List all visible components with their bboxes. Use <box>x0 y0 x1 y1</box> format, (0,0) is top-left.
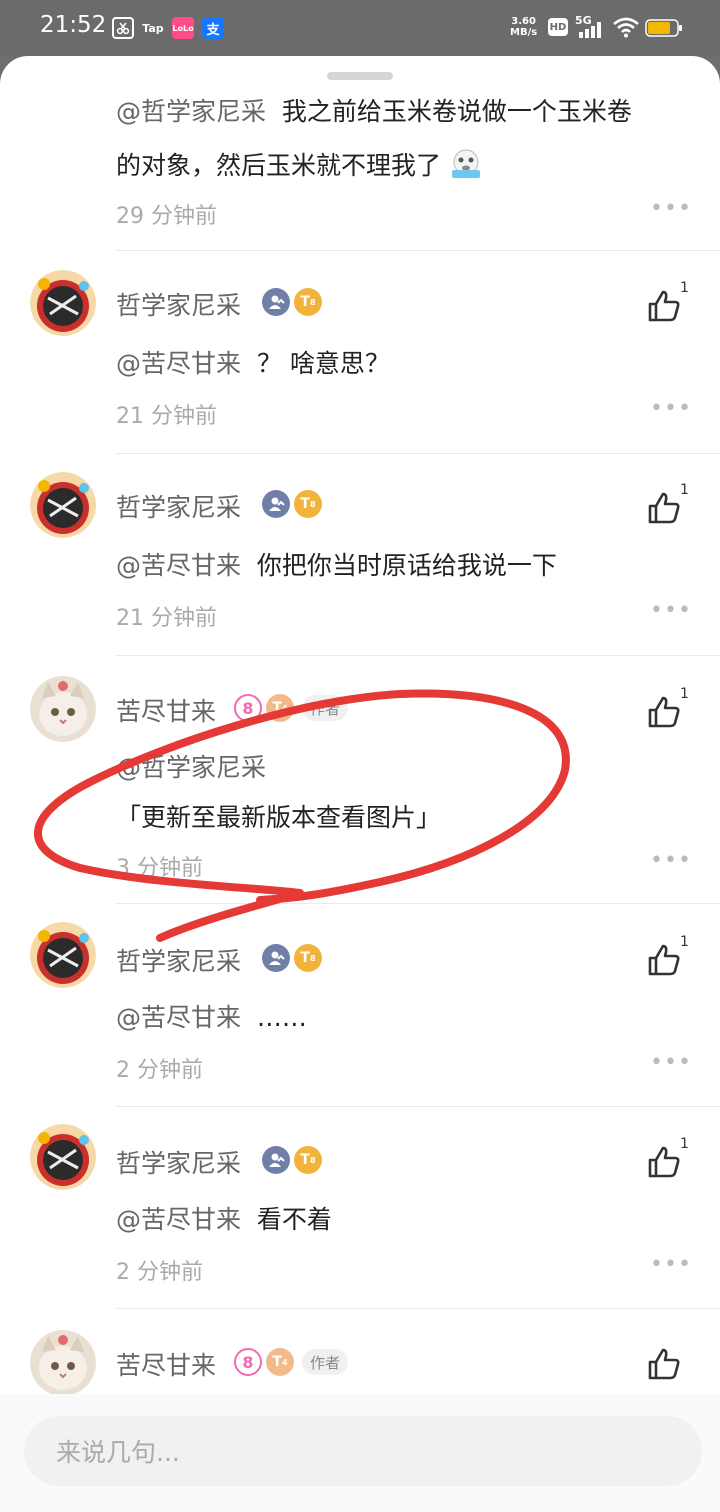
mention-link[interactable]: @哲学家尼采 <box>116 97 266 126</box>
crying-emoji-icon <box>449 148 483 186</box>
comment-author[interactable]: 哲学家尼采 <box>116 488 241 524</box>
mention-link[interactable]: @苦尽甘来 <box>116 349 241 378</box>
mention-link[interactable]: @苦尽甘来 <box>116 551 241 580</box>
wifi-icon <box>612 16 640 38</box>
battery-icon <box>645 19 683 37</box>
comment-text: @苦尽甘来 看不着 <box>116 1205 332 1234</box>
user-badges: 8 T4 作者 <box>234 694 349 722</box>
comment-time: 29 分钟前 <box>116 204 217 229</box>
status-bar: 21:52 Tap LoLo 支 3.60 MB/s HD 5G <box>0 0 720 56</box>
lolo-app-icon: LoLo <box>172 17 194 39</box>
like-count: 1 <box>680 1136 689 1152</box>
comment-text: @苦尽甘来 …… <box>116 1003 307 1032</box>
more-options-button[interactable]: ••• <box>650 848 692 873</box>
signal-icon: 5G <box>575 14 607 40</box>
comment-text: @哲学家尼采 我之前给玉米卷说做一个玉米卷 <box>116 97 632 126</box>
comment-sheet[interactable]: @哲学家尼采 我之前给玉米卷说做一个玉米卷 的对象，然后玉米就不理我了 29 分… <box>0 56 720 1512</box>
level-badge-icon: T8 <box>294 490 322 518</box>
more-options-button[interactable]: ••• <box>650 598 692 623</box>
avatar[interactable] <box>30 270 96 336</box>
level-badge-icon: T8 <box>294 944 322 972</box>
comment-input[interactable]: 来说几句... <box>24 1416 702 1486</box>
comment-item: 哲学家尼采 T8 1 @苦尽甘来 ？ 啥意思？ 21 分钟前 ••• <box>0 252 720 454</box>
avatar[interactable] <box>30 922 96 988</box>
user-badges: T8 <box>262 1146 322 1174</box>
avatar[interactable] <box>30 1330 96 1396</box>
level-badge-icon: T8 <box>294 288 322 316</box>
avatar[interactable] <box>30 472 96 538</box>
comment-item: 哲学家尼采 T8 1 @苦尽甘来 看不着 2 分钟前 ••• <box>0 1106 720 1309</box>
level-badge-icon: T4 <box>266 694 294 722</box>
more-options-button[interactable]: ••• <box>650 1252 692 1277</box>
like-count: 1 <box>680 934 689 950</box>
comment-text: @苦尽甘来 你把你当时原话给我说一下 <box>116 551 557 580</box>
mention-link[interactable]: @哲学家尼采 <box>116 748 266 784</box>
more-options-button[interactable]: ••• <box>650 196 692 221</box>
status-time: 21:52 <box>40 12 107 38</box>
like-count: 1 <box>680 686 689 702</box>
comment-time: 3 分钟前 <box>116 856 203 881</box>
comment-text-line2: 的对象，然后玉米就不理我了 <box>116 146 483 186</box>
comment-author[interactable]: 哲学家尼采 <box>116 286 241 322</box>
user-badges: T8 <box>262 490 322 518</box>
avatar[interactable] <box>30 1124 96 1190</box>
comment-time: 2 分钟前 <box>116 1260 203 1285</box>
avatar[interactable] <box>30 676 96 742</box>
like-icon[interactable] <box>644 940 684 980</box>
comment-author[interactable]: 苦尽甘来 <box>116 692 216 728</box>
comment-item: 哲学家尼采 T8 1 @苦尽甘来 …… 2 分钟前 ••• <box>0 904 720 1107</box>
network-speed: 3.60 MB/s <box>510 16 538 38</box>
comment-item: 苦尽甘来 8 T4 作者 1 @哲学家尼采 「更新至最新版本查看图片」 3 分钟… <box>0 656 720 904</box>
like-icon[interactable] <box>644 692 684 732</box>
comment-author[interactable]: 苦尽甘来 <box>116 1346 216 1382</box>
comment-item: 苦尽甘来 8 T4 作者 <box>0 1308 720 1398</box>
taptap-app-icon: Tap <box>142 21 164 35</box>
rank-badge-icon: 8 <box>234 1348 262 1376</box>
author-tag: 作者 <box>302 1349 349 1375</box>
comment-item: @哲学家尼采 我之前给玉米卷说做一个玉米卷 的对象，然后玉米就不理我了 29 分… <box>0 56 720 251</box>
verified-user-icon <box>262 288 290 316</box>
like-icon[interactable] <box>644 1142 684 1182</box>
comment-text: 「更新至最新版本查看图片」 <box>116 803 442 832</box>
mention-link[interactable]: @苦尽甘来 <box>116 1003 241 1032</box>
verified-user-icon <box>262 944 290 972</box>
user-badges: 8 T4 作者 <box>234 1348 349 1376</box>
scissor-app-icon <box>112 17 134 39</box>
verified-user-icon <box>262 490 290 518</box>
like-icon[interactable] <box>644 1344 684 1384</box>
more-options-button[interactable]: ••• <box>650 396 692 421</box>
alipay-app-icon: 支 <box>202 17 224 39</box>
like-count: 1 <box>680 482 689 498</box>
level-badge-icon: T4 <box>266 1348 294 1376</box>
like-count: 1 <box>680 280 689 296</box>
like-icon[interactable] <box>644 286 684 326</box>
author-tag: 作者 <box>302 695 349 721</box>
comment-time: 21 分钟前 <box>116 404 217 429</box>
rank-badge-icon: 8 <box>234 694 262 722</box>
comment-item: 哲学家尼采 T8 1 @苦尽甘来 你把你当时原话给我说一下 21 分钟前 ••• <box>0 454 720 656</box>
level-badge-icon: T8 <box>294 1146 322 1174</box>
comment-text: @苦尽甘来 ？ 啥意思？ <box>116 349 390 378</box>
user-badges: T8 <box>262 288 322 316</box>
more-options-button[interactable]: ••• <box>650 1050 692 1075</box>
mention-link[interactable]: @苦尽甘来 <box>116 1205 241 1234</box>
divider <box>116 250 720 251</box>
user-badges: T8 <box>262 944 322 972</box>
comment-time: 21 分钟前 <box>116 606 217 631</box>
hd-icon: HD <box>548 18 568 36</box>
like-icon[interactable] <box>644 488 684 528</box>
comment-input-bar: 来说几句... <box>0 1394 720 1512</box>
comment-author[interactable]: 哲学家尼采 <box>116 1144 241 1180</box>
verified-user-icon <box>262 1146 290 1174</box>
comment-author[interactable]: 哲学家尼采 <box>116 942 241 978</box>
comment-time: 2 分钟前 <box>116 1058 203 1083</box>
